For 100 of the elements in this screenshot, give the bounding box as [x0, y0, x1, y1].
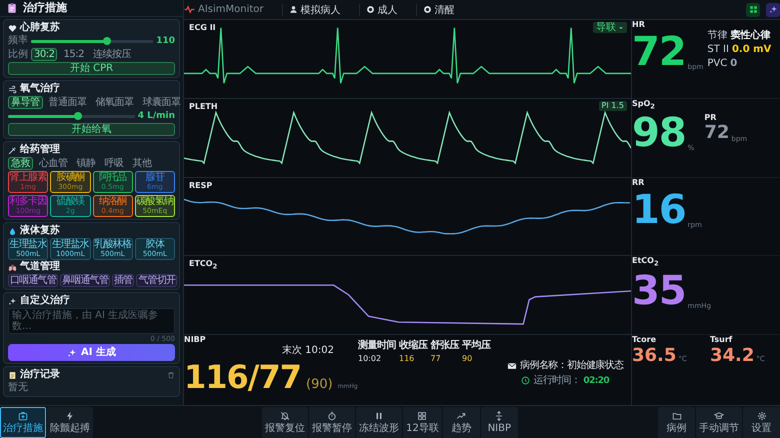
oxygen-mode-tab[interactable]: 普通面罩: [46, 96, 90, 109]
vital-label: HR: [632, 20, 646, 30]
detail-label: PVC: [707, 58, 728, 70]
runtime-label: 运行时间：: [533, 374, 580, 386]
vital-label: SpO$_{2}$: [632, 98, 656, 112]
settings-icon: [756, 410, 766, 420]
toolbar-button[interactable]: 病例: [658, 406, 695, 438]
age-group: 成人: [378, 2, 398, 16]
detail-value: 0.0 mV: [732, 44, 772, 56]
section-title: 自定义治疗: [20, 295, 70, 307]
panel-title: 治疗措施: [23, 2, 67, 14]
vital-label: RR: [632, 178, 646, 188]
vital-label: EtCO$_{2}$: [632, 256, 660, 269]
oxygen-mode-tab[interactable]: 储氧面罩: [92, 96, 136, 109]
lead-dropdown[interactable]: 导联: [593, 22, 627, 33]
temperature-value: 34.2: [710, 345, 754, 367]
consciousness-state: 清醒: [434, 4, 455, 16]
toolbar-button[interactable]: 设置: [743, 406, 780, 438]
section-title: 心肺复苏: [20, 22, 60, 34]
ratio-option[interactable]: 15:2: [60, 48, 87, 61]
graduation-cap-icon: [714, 410, 724, 420]
pulse-rate-value: 72: [704, 123, 730, 144]
circle-icon: [422, 5, 432, 14]
timer-icon: [327, 410, 338, 420]
category-tab[interactable]: 急救: [8, 157, 33, 170]
toolbar-button[interactable]: 治疗措施: [0, 406, 46, 438]
sparkle-icon: [768, 5, 778, 14]
airway-button[interactable]: 口咽通气管: [8, 274, 58, 287]
toolbar-button[interactable]: NIBP: [480, 406, 518, 438]
airway-button[interactable]: 插管: [112, 274, 134, 287]
treatment-input[interactable]: 输入治疗措施，由 AI 生成医嘱参数...: [8, 308, 175, 334]
arrows-icon: [494, 410, 504, 420]
toolbar-button[interactable]: 除颤起搏: [47, 406, 93, 438]
bell-off-icon: [280, 410, 290, 420]
oxygen-mode-tab[interactable]: 鼻导管: [8, 96, 42, 109]
section-title: 给药管理: [20, 144, 60, 156]
slider-handle[interactable]: [74, 112, 82, 120]
sparkle-button[interactable]: [766, 2, 780, 16]
case-name: 病例名称：初始健康状态: [520, 360, 624, 372]
detail-value: 0: [730, 58, 738, 70]
runtime-value: 02:20: [583, 374, 610, 386]
grid-icon: [748, 5, 758, 14]
slider-handle[interactable]: [102, 37, 111, 45]
table-cell-text: 77: [430, 353, 442, 365]
lightning-icon: [65, 410, 75, 420]
wind-icon: [8, 84, 17, 94]
toolbar-button[interactable]: 冻结波形: [356, 406, 402, 438]
heart-icon: [8, 24, 17, 32]
waveform-label: ETCO$_{2}$: [189, 259, 218, 272]
pause-icon: [374, 410, 384, 420]
airway-button[interactable]: 鼻咽通气管: [60, 274, 110, 287]
grid-button[interactable]: [746, 2, 760, 16]
category-tab[interactable]: 呼吸: [102, 157, 126, 170]
caret-icon: [618, 24, 624, 30]
ratio-option[interactable]: 30:2: [31, 48, 58, 61]
patient-name: 模拟病人: [300, 4, 341, 16]
mean-pressure: (90): [306, 377, 333, 392]
column-header: 测量时间: [358, 339, 399, 352]
notepad-icon: [8, 370, 17, 380]
toolbar-button[interactable]: 手动调节: [696, 406, 742, 438]
start-cpr-button[interactable]: 开始 CPR: [8, 62, 175, 75]
ai-generate-button[interactable]: AI 生成: [8, 344, 175, 361]
vital-value: 72: [632, 30, 686, 74]
column-header: 舒张压: [430, 339, 462, 352]
circle-icon: [366, 5, 375, 14]
pulse-icon: [184, 4, 195, 15]
person-icon: [288, 5, 298, 14]
vital-value: 98: [632, 111, 686, 156]
section-title: 液体复苏: [20, 225, 60, 237]
category-tab[interactable]: 镇静: [74, 157, 98, 170]
grid-icon: [417, 410, 428, 420]
envelope-icon: [507, 360, 518, 370]
column-header: 平均压: [462, 339, 492, 352]
trash-icon[interactable]: [167, 371, 175, 379]
waveform-label: RESP: [189, 180, 212, 190]
clock-icon: [521, 376, 530, 385]
airway-button[interactable]: 气管切开: [136, 274, 178, 287]
vital-value: 16: [632, 188, 686, 232]
category-tab[interactable]: 心血管: [36, 157, 70, 170]
toolbar-button[interactable]: 报警复位: [262, 406, 308, 438]
slider-value: 110: [156, 35, 175, 47]
toolbar-button[interactable]: 趋势: [442, 406, 480, 438]
toolbar-button[interactable]: 12导联: [403, 406, 442, 438]
sparkle-icon: [8, 296, 17, 306]
table-cell-text: 90: [462, 353, 474, 365]
slider-label: 频率: [8, 35, 28, 47]
ratio-option[interactable]: 连续按压: [90, 48, 134, 61]
lungs-icon: [8, 262, 17, 272]
empty-record-text: 暂无: [8, 382, 29, 394]
sparkle-icon: [67, 348, 78, 358]
oxygen-mode-tab[interactable]: 球囊面罩: [140, 96, 183, 109]
toolbar-button[interactable]: 报警暂停: [309, 406, 356, 438]
start-oxygen-button[interactable]: 开始给氧: [8, 123, 175, 136]
medkit-icon: [18, 410, 28, 420]
category-tab[interactable]: 其他: [130, 157, 154, 170]
vital-value: 35: [632, 268, 686, 313]
temperature-value: 36.5: [632, 345, 676, 367]
syringe-icon: [8, 146, 17, 154]
table-cell-text: 10:02: [358, 353, 382, 365]
waveform-label: PLETH: [189, 102, 218, 112]
